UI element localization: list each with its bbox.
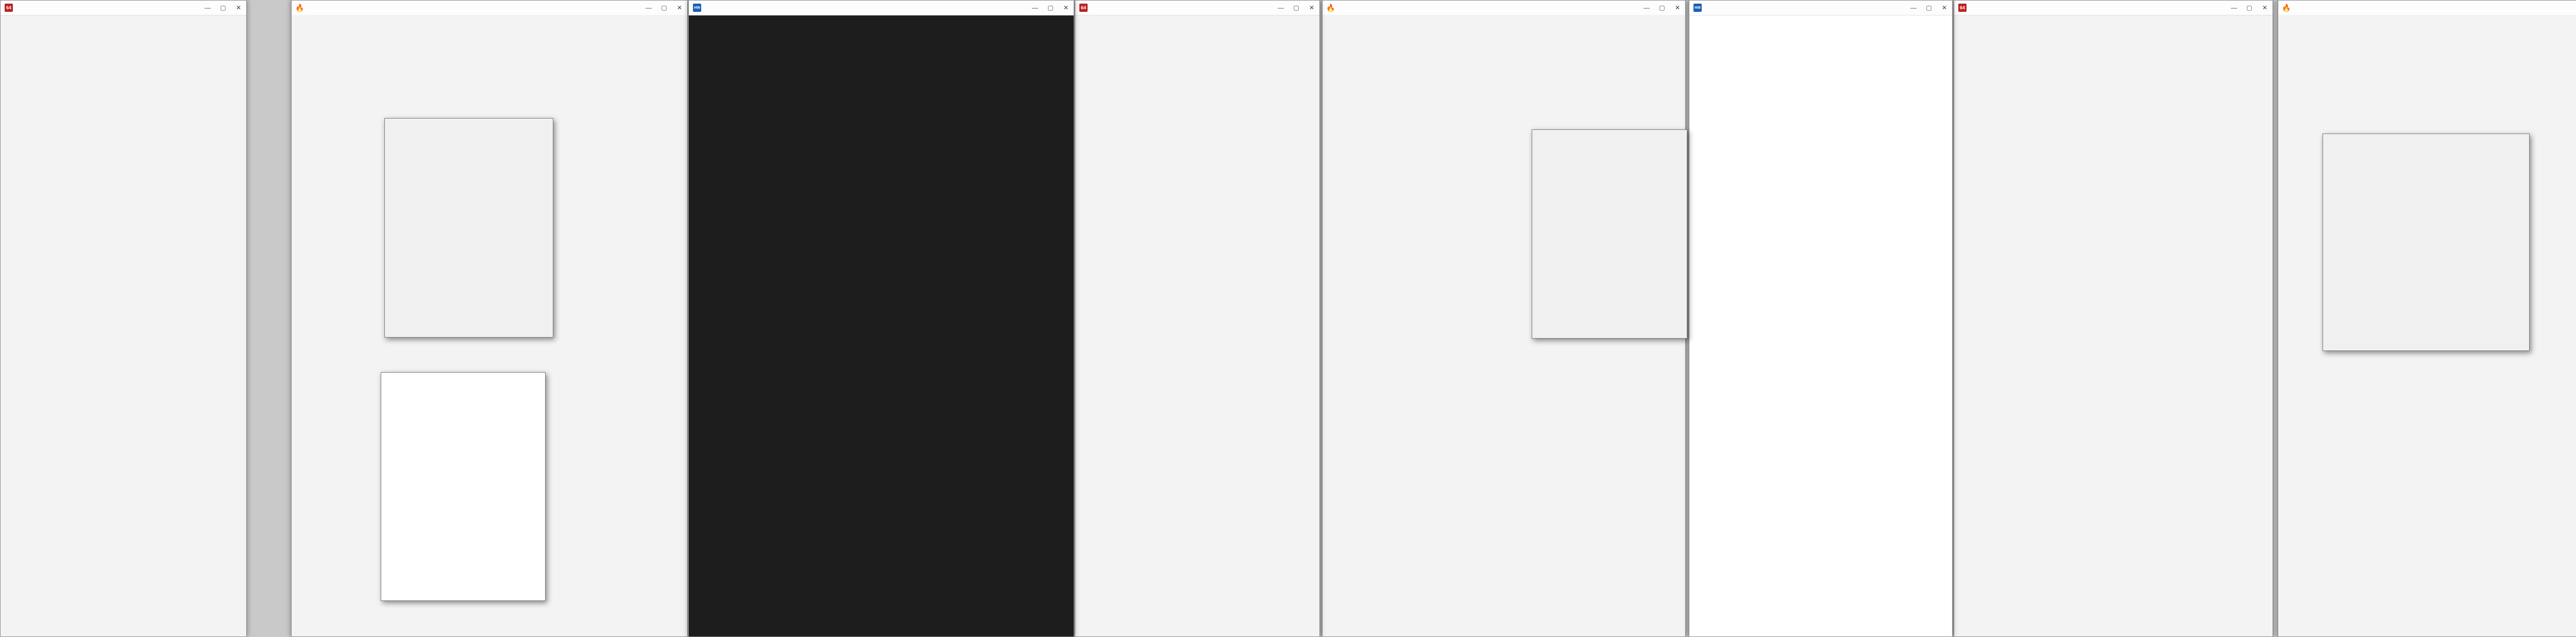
aida64-app-icon: 64 [1079, 4, 1088, 12]
close-button[interactable]: ✕ [1941, 4, 1948, 11]
maximize-button[interactable]: ▢ [2246, 4, 2253, 11]
titlebar[interactable]: HW — ▢ ✕ [689, 1, 1074, 15]
cpuz-window-12400f [1532, 129, 1687, 339]
cpuz-window-12600kf [2323, 133, 2530, 351]
close-button[interactable]: ✕ [1062, 4, 1070, 11]
close-button[interactable]: ✕ [2261, 4, 2268, 11]
titlebar[interactable]: 🔥 —▢✕ [2278, 1, 2576, 15]
hwinfo-dark-window: HW — ▢ ✕ [688, 0, 1074, 637]
titlebar[interactable]: 64 — ▢ ✕ [1075, 1, 1319, 15]
close-button[interactable]: ✕ [676, 4, 683, 11]
maximize-button[interactable]: ▢ [1293, 4, 1300, 11]
close-button[interactable]: ✕ [1674, 4, 1681, 11]
maximize-button[interactable]: ▢ [660, 4, 668, 11]
minimize-button[interactable]: — [645, 4, 652, 11]
aida64-window-1: 64 — ▢ ✕ [0, 0, 247, 637]
aida64-app-icon: 64 [5, 4, 13, 12]
maximize-button[interactable]: ▢ [1658, 4, 1666, 11]
hwinfo-app-icon: HW [1693, 4, 1702, 12]
minimize-button[interactable]: — [1277, 4, 1284, 11]
aida64-window-2: 64 — ▢ ✕ [1075, 0, 1320, 637]
stability-test-app-icon: 🔥 [2282, 4, 2291, 12]
aida64-app-icon: 64 [1958, 4, 1967, 12]
maximize-button[interactable]: ▢ [219, 4, 227, 11]
stability-test-app-icon: 🔥 [1327, 4, 1335, 12]
stability-test-window-1: 🔥 — ▢ ✕ [291, 0, 688, 637]
stability-test-app-icon: 🔥 [296, 4, 304, 12]
stability-test-window-2: 🔥 — ▢ ✕ [1322, 0, 1686, 637]
minimize-button[interactable]: — [1910, 4, 1917, 11]
close-button[interactable]: ✕ [1308, 4, 1315, 11]
titlebar[interactable]: HW — ▢ ✕ [1689, 1, 1952, 15]
maximize-button[interactable]: ▢ [1925, 4, 1933, 11]
stability-test-window-3: 🔥 —▢✕ [2278, 0, 2576, 637]
titlebar[interactable]: 64 — ▢ ✕ [1, 1, 246, 15]
clock-speeds-window [381, 372, 546, 601]
minimize-button[interactable]: — [1031, 4, 1039, 11]
minimize-button[interactable]: — [204, 4, 211, 11]
maximize-button[interactable]: ▢ [1047, 4, 1054, 11]
minimize-button[interactable]: — [1643, 4, 1650, 11]
hwinfo-light-window-1: HW — ▢ ✕ [1689, 0, 1953, 637]
minimize-button[interactable]: — [2230, 4, 2238, 11]
aida64-window-3: 64 — ▢ ✕ [1954, 0, 2273, 637]
titlebar[interactable]: 🔥 — ▢ ✕ [292, 1, 687, 15]
hwinfo-app-icon: HW [693, 4, 701, 12]
cpuz-window-amd [384, 118, 553, 338]
titlebar[interactable]: 🔥 — ▢ ✕ [1323, 1, 1685, 15]
close-button[interactable]: ✕ [235, 4, 242, 11]
titlebar[interactable]: 64 — ▢ ✕ [1954, 1, 2273, 15]
